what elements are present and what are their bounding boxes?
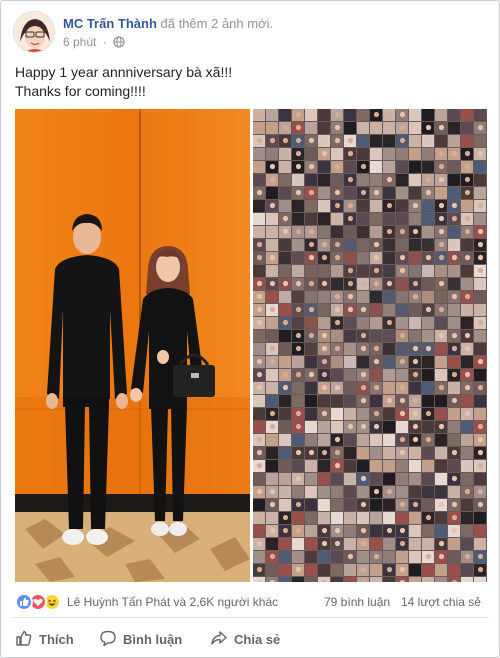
mosaic-collage-photo[interactable]: [253, 109, 487, 582]
share-button-label: Chia sẻ: [234, 631, 281, 647]
thumbs-up-icon: [15, 629, 39, 650]
author-action-text: đã thêm 2 ảnh mới.: [160, 16, 274, 31]
shares-count[interactable]: 14 lượt chia sẻ: [401, 595, 481, 609]
post-text-line: Thanks for coming!!!!: [15, 83, 146, 99]
globe-icon[interactable]: [113, 36, 125, 51]
post-header: MC Trấn Thành đã thêm 2 ảnh mới. 6 phút …: [13, 11, 489, 55]
action-bar: Thích Bình luận Chia sẻ: [15, 625, 487, 653]
post-text-line: Happy 1 year annniversary bà xã!!!: [15, 64, 233, 80]
post-timestamp[interactable]: 6 phút: [63, 35, 96, 49]
reactors-text[interactable]: Lê Huỳnh Tấn Phát và 2,6K người khác: [67, 595, 278, 609]
comment-icon: [99, 629, 123, 650]
like-button-label: Thích: [39, 631, 74, 647]
comment-button[interactable]: Bình luận: [99, 625, 182, 653]
author-name-link[interactable]: MC Trấn Thành: [63, 16, 157, 31]
author-avatar[interactable]: [13, 11, 55, 53]
couple-photo[interactable]: [15, 109, 250, 582]
like-reaction-icon: [15, 593, 33, 611]
comment-button-label: Bình luận: [123, 631, 183, 647]
post-text: Happy 1 year annniversary bà xã!!! Thank…: [15, 63, 232, 101]
post-stats: Lê Huỳnh Tấn Phát và 2,6K người khác 79 …: [15, 591, 487, 613]
like-button[interactable]: Thích: [15, 625, 74, 653]
facebook-post: MC Trấn Thành đã thêm 2 ảnh mới. 6 phút …: [0, 0, 500, 658]
post-meta: 6 phút ·: [63, 35, 125, 51]
photo-grid: [15, 109, 487, 582]
divider: [13, 617, 489, 618]
share-button[interactable]: Chia sẻ: [210, 625, 280, 653]
share-arrow-icon: [210, 629, 234, 650]
comments-count[interactable]: 79 bình luận: [324, 595, 390, 609]
meta-separator: ·: [102, 35, 107, 49]
author-line: MC Trấn Thành đã thêm 2 ảnh mới.: [63, 16, 273, 32]
